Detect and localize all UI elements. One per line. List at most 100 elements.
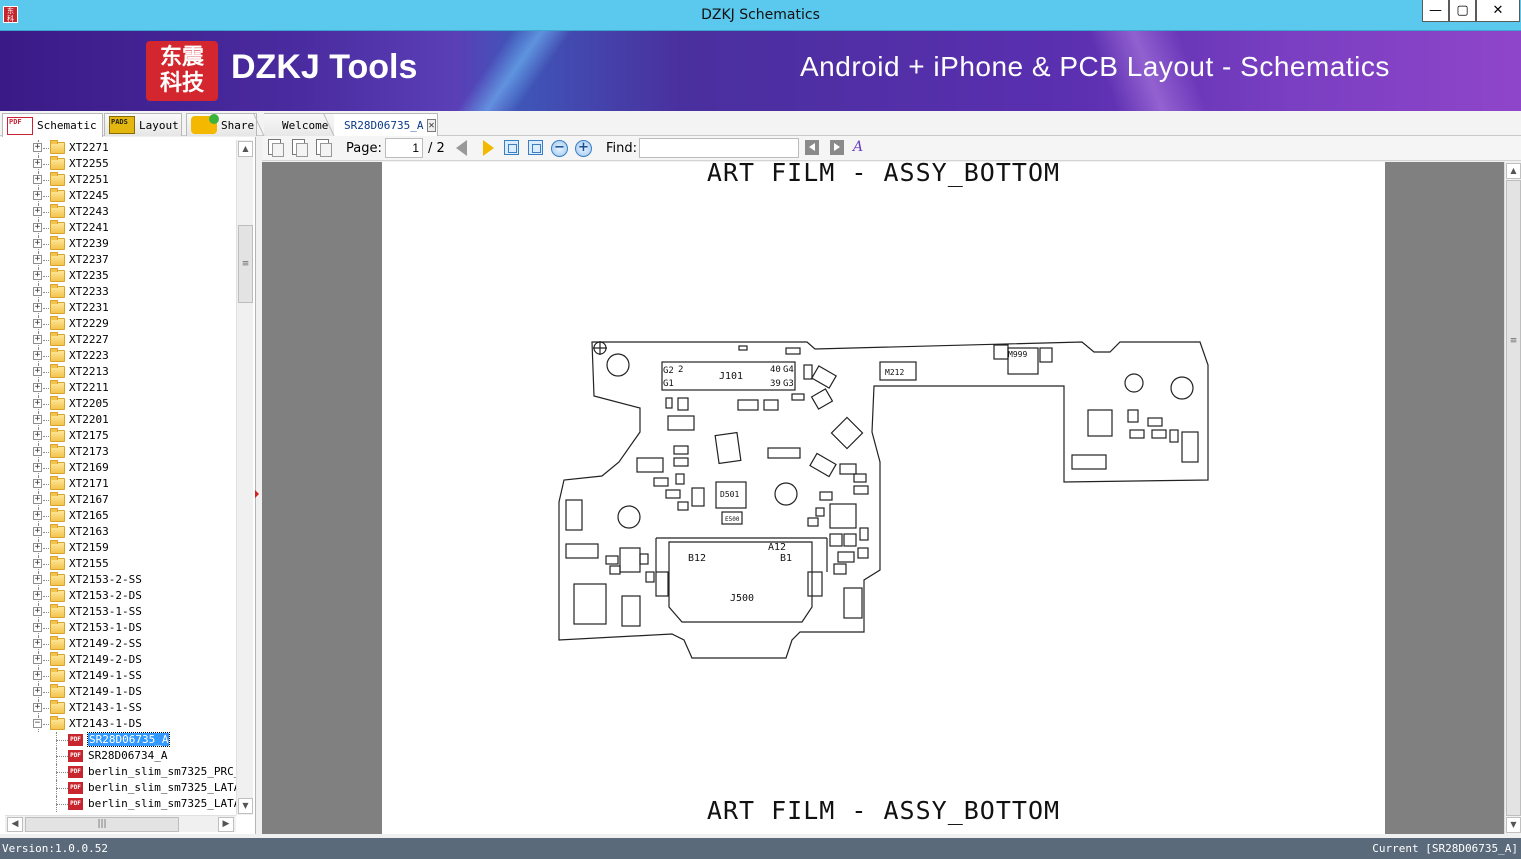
tree-folder-item[interactable]: + XT2171 [0,476,236,492]
expand-icon[interactable]: + [33,495,42,504]
expand-icon[interactable]: + [33,559,42,568]
tree-folder-item[interactable]: + XT2205 [0,396,236,412]
copy-page-icon[interactable] [292,139,308,157]
expand-icon[interactable]: + [33,447,42,456]
tree-folder-item[interactable]: + XT2235 [0,268,236,284]
expand-icon[interactable]: + [33,463,42,472]
expand-icon[interactable]: + [33,543,42,552]
tree-folder-item[interactable]: + XT2155 [0,556,236,572]
scroll-down-icon[interactable]: ▼ [238,798,253,814]
viewer-scroll-down-icon[interactable]: ▼ [1506,817,1521,833]
viewer-scroll-thumb[interactable]: ≡ [1506,180,1521,816]
match-case-icon[interactable]: A [853,139,869,157]
expand-icon[interactable]: + [33,479,42,488]
expand-icon[interactable]: + [33,399,42,408]
expand-icon[interactable]: + [33,255,42,264]
tree-scroll-thumb[interactable]: ≡ [238,225,253,303]
tree-folder-item[interactable]: + XT2243 [0,204,236,220]
expand-icon[interactable]: + [33,239,42,248]
tree-file-item[interactable]: PDF SR28D06734_A [0,748,236,764]
tree-file-item[interactable]: PDFberlin_slim_sm7325_LATA_1 [0,796,236,812]
tree-folder-item[interactable]: + XT2153-2-SS [0,572,236,588]
tree-folder-item[interactable]: + XT2223 [0,348,236,364]
collapse-icon[interactable]: − [33,719,42,728]
expand-icon[interactable]: + [33,223,42,232]
tree-folder-item[interactable]: + XT2271 [0,140,236,156]
expand-icon[interactable]: + [33,431,42,440]
expand-icon[interactable]: + [33,159,42,168]
zoom-out-icon[interactable]: − [551,140,568,157]
tree-folder-item[interactable]: + XT2239 [0,236,236,252]
expand-icon[interactable]: + [33,527,42,536]
tree-folder-item[interactable]: + XT2169 [0,460,236,476]
tree-folder-item[interactable]: + XT2245 [0,188,236,204]
tree-folder-item[interactable]: + XT2229 [0,316,236,332]
expand-icon[interactable]: + [33,303,42,312]
expand-icon[interactable]: + [33,591,42,600]
tree-folder-item[interactable]: + XT2153-2-DS [0,588,236,604]
tab-schematic[interactable]: Schematic [2,113,103,137]
tree-folder-item[interactable]: + XT2173 [0,444,236,460]
tree-folder-item[interactable]: + XT2201 [0,412,236,428]
tree-file-item[interactable]: PDF SR28D06735_A [0,732,236,748]
viewer-scroll-up-icon[interactable]: ▲ [1506,163,1521,179]
fit-page-icon[interactable] [528,140,543,155]
expand-icon[interactable]: + [33,687,42,696]
expand-icon[interactable]: + [33,607,42,616]
tree-folder-item[interactable]: + XT2255 [0,156,236,172]
maximize-button[interactable]: ▢ [1449,0,1476,22]
tree-file-item[interactable]: PDFberlin_slim_sm7325_PRC_05 [0,764,236,780]
find-input[interactable] [639,138,799,158]
tree-folder-item[interactable]: + XT2231 [0,300,236,316]
tree-folder-item[interactable]: + XT2227 [0,332,236,348]
expand-icon[interactable]: + [33,511,42,520]
expand-icon[interactable]: + [33,191,42,200]
expand-icon[interactable]: + [33,175,42,184]
tree-folder-item[interactable]: + XT2149-2-SS [0,636,236,652]
document-viewer[interactable]: ART FILM - ASSY_BOTTOM J101 J500 B12 B1 … [262,162,1504,834]
scroll-left-icon[interactable]: ◀ [7,817,23,832]
doc-tab-sr28d06735[interactable]: SR28D06735_A ✕ [334,113,438,136]
tree-folder-item[interactable]: − XT2143-1-DS [0,716,236,732]
tree-folder-item[interactable]: + XT2241 [0,220,236,236]
tab-layout[interactable]: Layout [104,113,182,136]
tree-folder-item[interactable]: + XT2233 [0,284,236,300]
minimize-button[interactable]: — [1422,0,1449,22]
next-page-icon[interactable] [483,140,494,156]
tree-vertical-scrollbar[interactable]: ▲ ≡ ▼ [236,140,253,815]
expand-icon[interactable]: + [33,639,42,648]
expand-icon[interactable]: + [33,415,42,424]
multi-page-icon[interactable] [316,139,332,157]
expand-icon[interactable]: + [33,351,42,360]
close-tab-icon[interactable]: ✕ [427,118,436,132]
expand-icon[interactable]: + [33,623,42,632]
panel-splitter-arrow-icon[interactable] [255,490,259,498]
fit-width-icon[interactable] [504,140,519,155]
tab-share[interactable]: Share [186,113,257,136]
tree-folder-item[interactable]: + XT2149-1-DS [0,684,236,700]
expand-icon[interactable]: + [33,143,42,152]
close-button[interactable]: ✕ [1476,0,1520,22]
expand-icon[interactable]: + [33,335,42,344]
expand-icon[interactable]: + [33,367,42,376]
previous-page-icon[interactable] [456,140,467,156]
expand-icon[interactable]: + [33,319,42,328]
tree-folder-item[interactable]: + XT2149-1-SS [0,668,236,684]
find-previous-icon[interactable] [805,140,819,155]
page-number-input[interactable] [385,138,423,158]
tree-folder-item[interactable]: + XT2251 [0,172,236,188]
find-next-icon[interactable] [830,140,844,155]
tree-folder-item[interactable]: + XT2175 [0,428,236,444]
open-document-icon[interactable] [268,139,284,157]
expand-icon[interactable]: + [33,703,42,712]
tree-folder-item[interactable]: + XT2165 [0,508,236,524]
expand-icon[interactable]: + [33,671,42,680]
tree-folder-item[interactable]: + XT2159 [0,540,236,556]
tree-folder-item[interactable]: + XT2163 [0,524,236,540]
tree-horizontal-scrollbar[interactable]: ◀ ||| ▶ [5,815,236,832]
expand-icon[interactable]: + [33,207,42,216]
expand-icon[interactable]: + [33,271,42,280]
tree-file-item[interactable]: PDFberlin_slim_sm7325_LATA_1 [0,780,236,796]
viewer-vertical-scrollbar[interactable]: ▲ ≡ ▼ [1504,162,1521,834]
expand-icon[interactable]: + [33,655,42,664]
